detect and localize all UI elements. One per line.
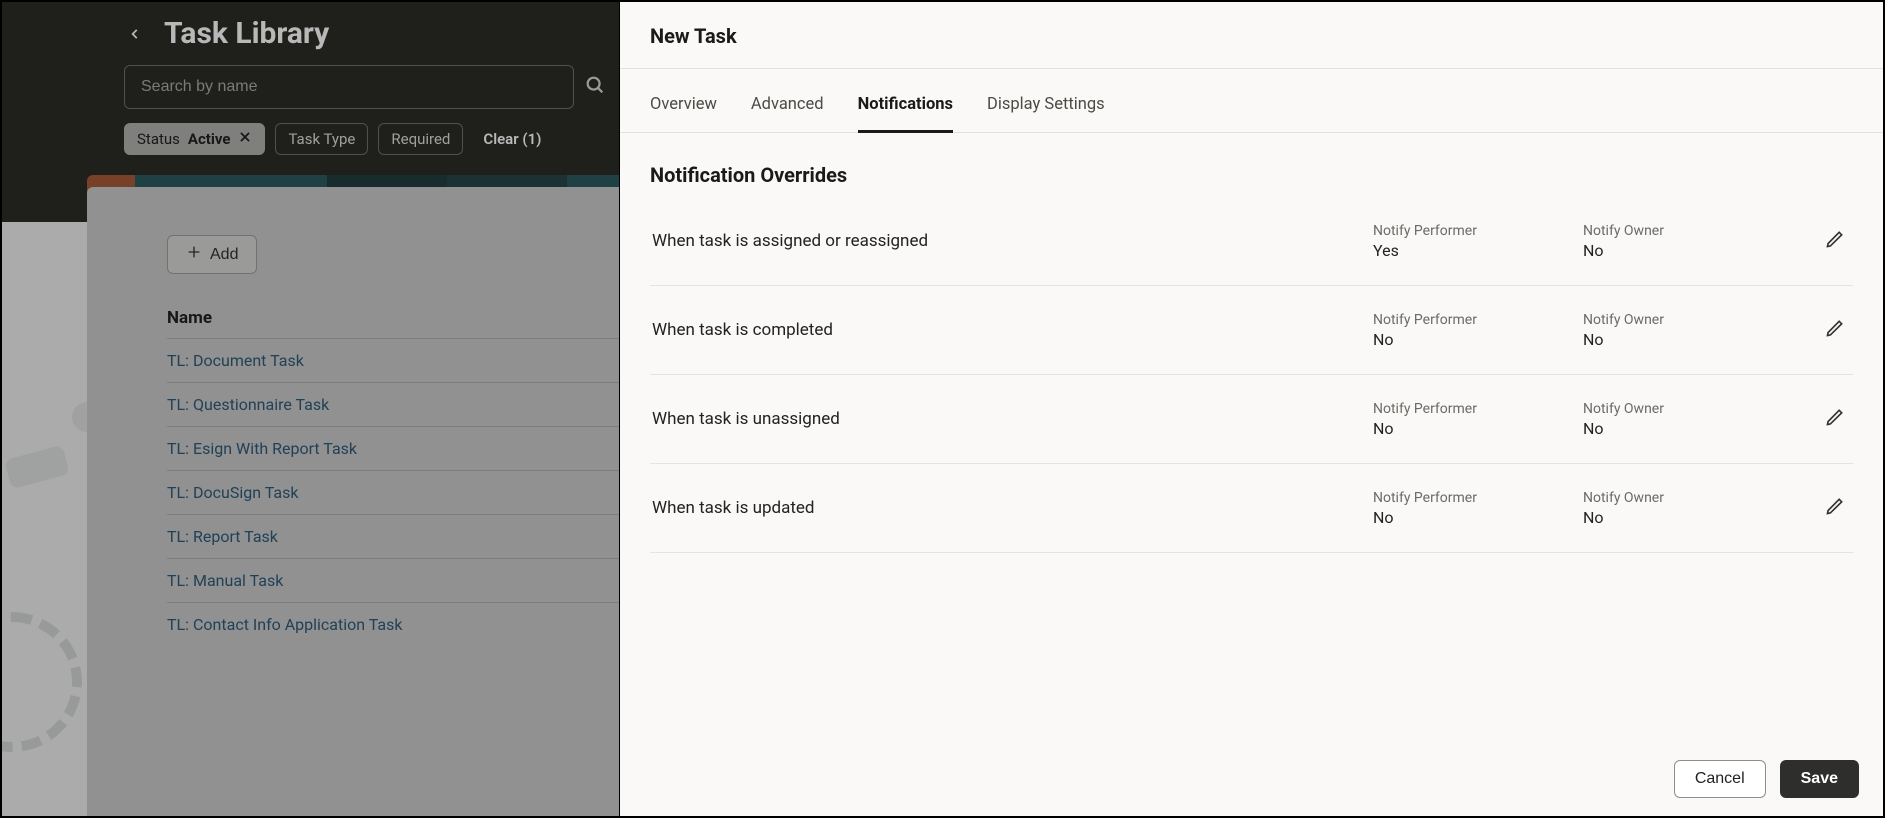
panel-tabs: Overview Advanced Notifications Display Set… [620,95,1883,133]
override-event: When task is unassigned [650,409,1373,429]
task-link[interactable]: TL: DocuSign Task [167,483,298,502]
task-link[interactable]: TL: Document Task [167,351,304,370]
notify-performer-label: Notify Performer [1373,401,1583,417]
filter-chip-task-type[interactable]: Task Type [275,123,368,155]
decor-circle [2,612,82,752]
plus-icon [186,244,202,265]
add-button[interactable]: Add [167,235,257,274]
page-title: Task Library [164,16,329,51]
task-link[interactable]: TL: Report Task [167,527,278,546]
notify-performer-cell: Notify Performer No [1373,401,1583,438]
override-row: When task is updatedNotify PerformerNoNo… [650,464,1853,553]
task-link[interactable]: TL: Questionnaire Task [167,395,329,414]
filter-chip-required[interactable]: Required [378,123,463,155]
edit-icon[interactable] [1817,399,1853,439]
notify-performer-value: Yes [1373,241,1583,260]
decor-pill [4,445,70,490]
panel-title: New Task [650,24,1853,48]
override-event: When task is updated [650,498,1373,518]
notify-performer-value: No [1373,508,1583,527]
cancel-button[interactable]: Cancel [1674,760,1766,798]
search-wrapper [124,65,624,109]
notify-performer-cell: Notify Performer Yes [1373,223,1583,260]
notify-owner-value: No [1583,419,1793,438]
edit-icon[interactable] [1817,221,1853,261]
search-icon[interactable] [584,74,606,100]
notify-owner-label: Notify Owner [1583,401,1793,417]
add-label: Add [210,246,238,264]
notify-performer-value: No [1373,419,1583,438]
chip-value: Active [188,130,231,148]
save-button[interactable]: Save [1780,760,1859,798]
edit-icon[interactable] [1817,310,1853,350]
override-row: When task is completedNotify PerformerNo… [650,286,1853,375]
notify-owner-cell: Notify Owner No [1583,490,1793,527]
filter-bar: Status Active Task Type Required Clear (… [124,123,624,155]
panel-header: New Task [620,2,1883,69]
notify-owner-value: No [1583,241,1793,260]
panel-footer: Cancel Save [620,742,1883,816]
task-link[interactable]: TL: Manual Task [167,571,283,590]
section-title: Notification Overrides [620,133,1883,197]
tab-overview[interactable]: Overview [650,95,717,132]
tab-advanced[interactable]: Advanced [751,95,824,132]
notify-performer-label: Notify Performer [1373,312,1583,328]
notify-performer-value: No [1373,330,1583,349]
notify-owner-label: Notify Owner [1583,223,1793,239]
notify-owner-value: No [1583,508,1793,527]
notify-performer-label: Notify Performer [1373,490,1583,506]
override-row: When task is assigned or reassignedNotif… [650,197,1853,286]
back-icon[interactable] [124,23,146,45]
task-library-header: Task Library Status Active Task Type Req… [124,16,624,155]
notify-owner-cell: Notify Owner No [1583,401,1793,438]
edit-icon[interactable] [1817,488,1853,528]
notify-owner-cell: Notify Owner No [1583,223,1793,260]
new-task-panel: New Task Overview Advanced Notifications Di… [619,2,1883,816]
notify-owner-label: Notify Owner [1583,490,1793,506]
notify-owner-cell: Notify Owner No [1583,312,1793,349]
notification-override-list: When task is assigned or reassignedNotif… [620,197,1883,553]
notify-performer-cell: Notify Performer No [1373,312,1583,349]
close-icon[interactable] [238,130,252,148]
notify-owner-label: Notify Owner [1583,312,1793,328]
search-input[interactable] [124,65,574,109]
tab-notifications[interactable]: Notifications [858,95,953,133]
override-event: When task is assigned or reassigned [650,231,1373,251]
task-link[interactable]: TL: Contact Info Application Task [167,615,402,634]
task-link[interactable]: TL: Esign With Report Task [167,439,357,458]
tab-display-settings[interactable]: Display Settings [987,95,1105,132]
override-event: When task is completed [650,320,1373,340]
filter-chip-status[interactable]: Status Active [124,123,265,155]
override-row: When task is unassignedNotify PerformerN… [650,375,1853,464]
clear-filters[interactable]: Clear (1) [483,130,541,148]
chip-label: Status [137,130,180,148]
notify-performer-label: Notify Performer [1373,223,1583,239]
notify-owner-value: No [1583,330,1793,349]
notify-performer-cell: Notify Performer No [1373,490,1583,527]
